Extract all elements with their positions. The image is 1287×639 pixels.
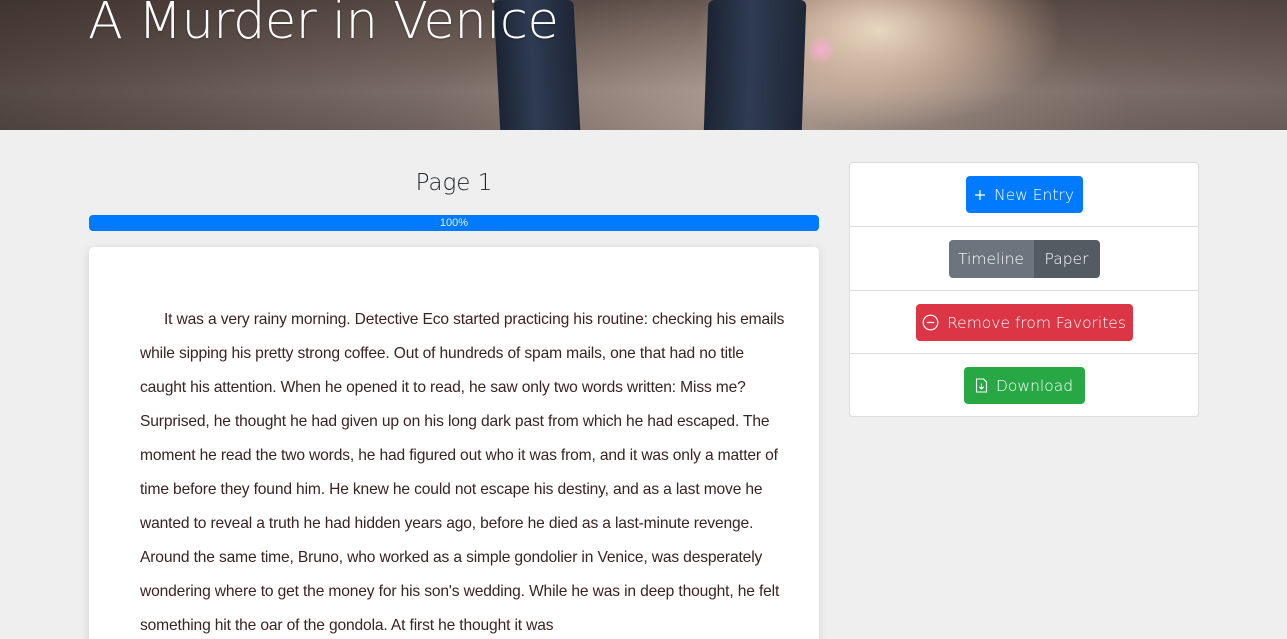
story-title: A Murder in Venice (88, 0, 559, 51)
minus-circle-icon (922, 314, 939, 331)
story-body-text: It was a very rainy morning. Detective E… (140, 311, 785, 634)
new-entry-row: New Entry (850, 163, 1198, 226)
remove-from-favorites-button[interactable]: Remove from Favorites (915, 304, 1133, 341)
new-entry-label: New Entry (994, 185, 1074, 204)
paper-view-button[interactable]: Paper (1033, 239, 1100, 278)
download-button[interactable]: Download (963, 367, 1085, 404)
reading-progress-bar: 100% (89, 215, 819, 231)
file-download-icon (975, 378, 988, 393)
hero-photo-figure-right (703, 0, 807, 130)
favorite-row: Remove from Favorites (850, 290, 1198, 354)
story-page-card: It was a very rainy morning. Detective E… (89, 247, 819, 639)
hero-banner: A Murder in Venice (0, 0, 1287, 130)
remove-from-favorites-label: Remove from Favorites (947, 313, 1126, 332)
story-actions-panel: New Entry Timeline Paper Remove from Fav… (849, 162, 1199, 417)
page-number-label: Page 1 (415, 170, 493, 196)
view-toggle-row: Timeline Paper (850, 226, 1198, 290)
new-entry-button[interactable]: New Entry (965, 176, 1083, 213)
timeline-view-button[interactable]: Timeline (948, 239, 1034, 278)
hero-lens-flare (808, 34, 834, 66)
download-row: Download (850, 353, 1198, 417)
download-label: Download (995, 376, 1074, 395)
view-toggle-group: Timeline Paper (948, 239, 1100, 278)
plus-icon (974, 189, 986, 201)
reading-progress: 100% (89, 215, 819, 231)
